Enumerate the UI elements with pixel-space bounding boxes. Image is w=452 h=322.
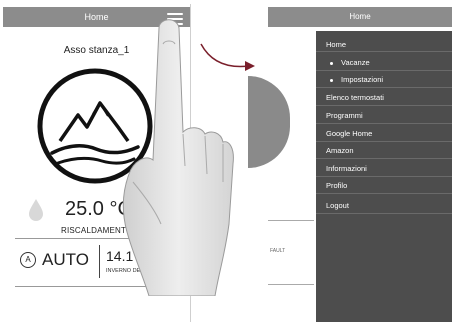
menu-item-home[interactable]: Home — [316, 37, 452, 52]
header-title: Home — [349, 12, 371, 21]
menu-screen: Home FAULT Home Vacanze Impostazioni Ele… — [248, 4, 452, 322]
menu-item-informazioni[interactable]: Informazioni — [316, 160, 452, 177]
auto-mode-icon: A — [20, 252, 36, 268]
program-mode-button[interactable]: AUTO — [42, 250, 89, 270]
menu-item-programmi[interactable]: Programmi — [316, 107, 452, 124]
menu-item-google-home[interactable]: Google Home — [316, 125, 452, 142]
menu-item-profilo[interactable]: Profilo — [316, 177, 452, 194]
menu-item-vacanze[interactable]: Vacanze — [316, 55, 452, 71]
background-dial — [248, 76, 290, 168]
menu-item-elenco-termostati[interactable]: Elenco termostati — [316, 89, 452, 106]
divider — [268, 220, 314, 221]
humidity-drop-icon — [29, 199, 43, 221]
pointing-hand-illustration — [122, 19, 234, 296]
menu-item-logout[interactable]: Logout — [316, 197, 452, 214]
divider — [268, 284, 314, 285]
menu-item-impostazioni[interactable]: Impostazioni — [316, 72, 452, 88]
header-title: Home — [84, 12, 109, 22]
menu-item-amazon[interactable]: Amazon — [316, 142, 452, 159]
side-menu: Home Vacanze Impostazioni Elenco termost… — [316, 31, 452, 322]
background-default-label: FAULT — [270, 248, 286, 254]
divider — [99, 245, 100, 278]
app-header: Home — [268, 7, 452, 27]
